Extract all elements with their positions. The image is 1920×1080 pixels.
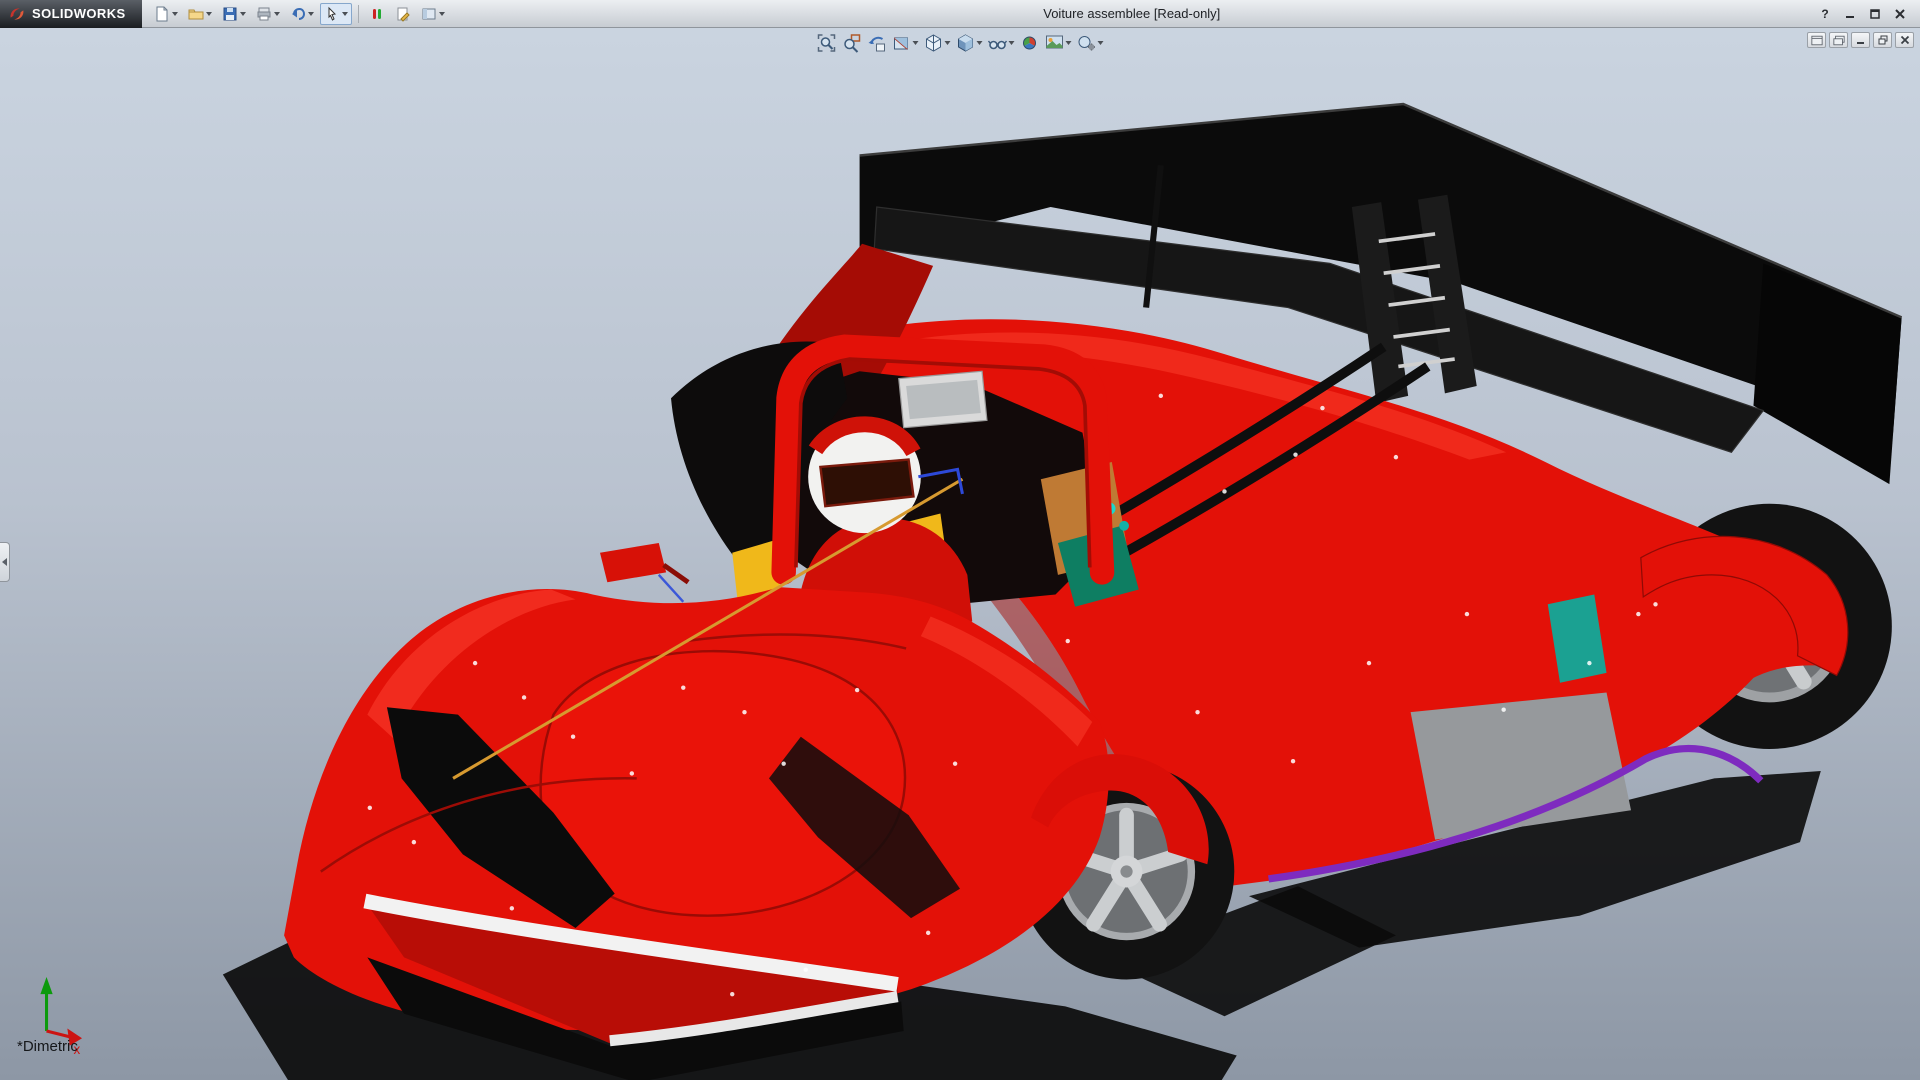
- hide-show-items-button[interactable]: [987, 32, 1016, 54]
- undo-icon: [290, 6, 306, 22]
- zoom-to-fit-icon: [817, 33, 837, 53]
- document-window-controls: [1807, 32, 1914, 48]
- dropdown-caret-icon: [274, 12, 280, 16]
- zoom-to-area-button[interactable]: [841, 32, 863, 54]
- scene-icon: [1045, 33, 1065, 53]
- dropdown-caret-icon: [1009, 41, 1015, 45]
- zoom-to-area-icon: [842, 33, 862, 53]
- select-cursor-icon: [324, 6, 340, 22]
- print-button[interactable]: [252, 3, 284, 25]
- print-icon: [256, 6, 272, 22]
- dropdown-caret-icon: [945, 41, 951, 45]
- maximize-icon: [1870, 9, 1880, 19]
- panel-options-button[interactable]: [417, 3, 449, 25]
- maximize-button[interactable]: [1865, 5, 1885, 23]
- minimize-button[interactable]: [1840, 5, 1860, 23]
- save-icon: [222, 6, 238, 22]
- selection-filter-bars-icon: [369, 6, 385, 22]
- selection-filter-button[interactable]: [365, 3, 389, 25]
- dropdown-caret-icon: [913, 41, 919, 45]
- window-title: Voiture assemblee [Read-only]: [449, 6, 1815, 21]
- previous-view-button[interactable]: [866, 32, 888, 54]
- graphics-viewport[interactable]: x: [0, 28, 1920, 1080]
- titlebar: SOLIDWORKS: [0, 0, 1920, 28]
- minimize-document-button[interactable]: [1851, 32, 1870, 48]
- heads-up-toolbar: [816, 32, 1105, 54]
- app-logo: SOLIDWORKS: [0, 0, 142, 28]
- doc-window-button-a[interactable]: [1807, 32, 1826, 48]
- undo-button[interactable]: [286, 3, 318, 25]
- section-view-button[interactable]: [891, 32, 920, 54]
- view-orientation-cube-icon: [924, 33, 944, 53]
- dropdown-caret-icon: [206, 12, 212, 16]
- brand-text: SOLIDWORKS: [32, 6, 126, 21]
- select-tool-button[interactable]: [320, 3, 352, 25]
- side-mirror: [600, 543, 688, 582]
- orientation-label: *Dimetric: [17, 1038, 78, 1055]
- zoom-to-fit-button[interactable]: [816, 32, 838, 54]
- view-settings-button[interactable]: [1076, 32, 1105, 54]
- edit-appearance-button[interactable]: [1019, 32, 1041, 54]
- dropdown-caret-icon: [439, 12, 445, 16]
- dropdown-caret-icon: [1098, 41, 1104, 45]
- restore-document-button[interactable]: [1873, 32, 1892, 48]
- viewport-canvas[interactable]: x: [0, 28, 1920, 1080]
- feature-panel-flyout-handle[interactable]: [0, 542, 10, 582]
- document-edit-button[interactable]: [391, 3, 415, 25]
- open-folder-icon: [188, 6, 204, 22]
- dropdown-caret-icon: [172, 12, 178, 16]
- toolbar-separator: [358, 5, 359, 23]
- section-view-icon: [892, 33, 912, 53]
- close-icon: [1900, 35, 1910, 45]
- new-document-icon: [154, 6, 170, 22]
- display-style-cube-icon: [956, 33, 976, 53]
- help-button[interactable]: ?: [1815, 5, 1835, 23]
- window-controls: ?: [1815, 5, 1920, 23]
- open-button[interactable]: [184, 3, 216, 25]
- apply-scene-button[interactable]: [1044, 32, 1073, 54]
- dropdown-caret-icon: [240, 12, 246, 16]
- minimize-icon: [1856, 35, 1866, 45]
- panel-icon: [421, 6, 437, 22]
- document-edit-icon: [395, 6, 411, 22]
- window-pages-icon: [1811, 35, 1823, 46]
- dropdown-caret-icon: [342, 12, 348, 16]
- dropdown-caret-icon: [977, 41, 983, 45]
- appearance-sphere-icon: [1020, 33, 1040, 53]
- close-icon: [1895, 9, 1905, 19]
- doc-window-button-b[interactable]: [1829, 32, 1848, 48]
- chevron-left-icon: [2, 558, 7, 566]
- new-document-button[interactable]: [150, 3, 182, 25]
- close-document-button[interactable]: [1895, 32, 1914, 48]
- dropdown-caret-icon: [1066, 41, 1072, 45]
- main-toolbar: [142, 3, 449, 25]
- view-orientation-button[interactable]: [923, 32, 952, 54]
- solidworks-swirl-icon: [8, 5, 26, 23]
- minimize-icon: [1845, 9, 1855, 19]
- rearview-mirror: [899, 371, 987, 427]
- window-pages-icon: [1833, 35, 1845, 46]
- glasses-icon: [988, 33, 1008, 53]
- save-button[interactable]: [218, 3, 250, 25]
- display-style-button[interactable]: [955, 32, 984, 54]
- close-button[interactable]: [1890, 5, 1910, 23]
- previous-view-icon: [867, 33, 887, 53]
- dropdown-caret-icon: [308, 12, 314, 16]
- view-settings-icon: [1077, 33, 1097, 53]
- restore-icon: [1878, 35, 1888, 45]
